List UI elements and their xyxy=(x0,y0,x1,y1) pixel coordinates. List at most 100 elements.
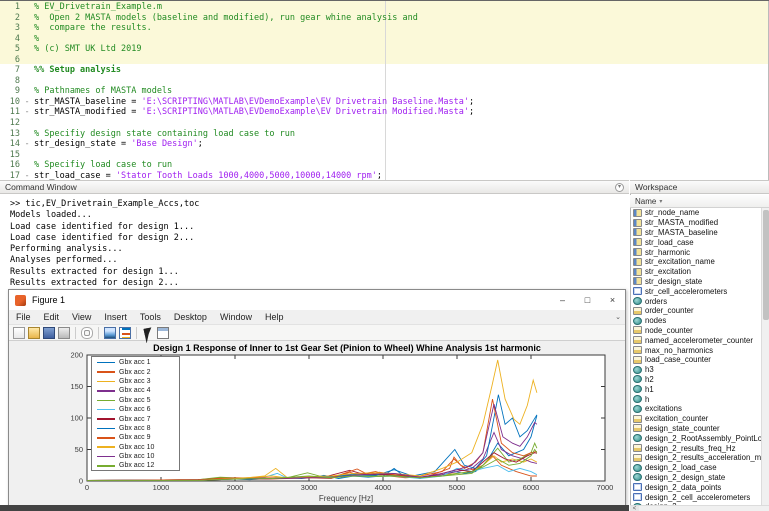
workspace-variable-row[interactable]: str_design_state xyxy=(630,277,761,287)
workspace-variable-row[interactable]: design_2_cell_accelerometers xyxy=(630,492,761,502)
open-file-icon[interactable] xyxy=(28,327,40,339)
legend-entry[interactable]: Gbx acc 4 xyxy=(92,386,179,395)
workspace-horizontal-scrollbar[interactable]: < xyxy=(630,505,769,511)
link-plot-icon[interactable] xyxy=(81,327,93,339)
workspace-variable-row[interactable]: str_load_case xyxy=(630,237,761,247)
editor-pane[interactable]: 1 % EV_Drivetrain_Example.m2 % Open 2 MA… xyxy=(0,1,769,180)
workspace-variable-row[interactable]: h2 xyxy=(630,375,761,385)
command-window-header[interactable]: Command Window ▾ xyxy=(0,180,629,194)
legend-entry[interactable]: Gbx acc 9 xyxy=(92,433,179,442)
workspace-variable-row[interactable]: design_2_results_acceleration_mps2 xyxy=(630,453,761,463)
print-figure-icon[interactable] xyxy=(58,327,70,339)
workspace-variable-row[interactable]: design_2_design_state xyxy=(630,473,761,483)
workspace-variable-row[interactable]: design_2_results_freq_Hz xyxy=(630,443,761,453)
legend-label: Gbx acc 12 xyxy=(119,462,154,469)
workspace-column-header[interactable]: Name ▾ xyxy=(630,195,769,208)
minimize-button[interactable]: – xyxy=(550,290,575,310)
new-figure-icon[interactable] xyxy=(13,327,25,339)
legend-entry[interactable]: Gbx acc 10 xyxy=(92,452,179,461)
menubar-overflow-icon[interactable]: ⌄ xyxy=(615,313,621,321)
menu-tools[interactable]: Tools xyxy=(140,312,161,322)
workspace-variable-row[interactable]: nodes xyxy=(630,316,761,326)
command-output-line: Load case identified for design 2... xyxy=(10,233,629,244)
workspace-variable-row[interactable]: str_cell_accelerometers xyxy=(630,286,761,296)
variable-type-obj-icon xyxy=(633,395,642,403)
workspace-variable-row[interactable]: order_counter xyxy=(630,306,761,316)
legend-entry[interactable]: Gbx acc 2 xyxy=(92,367,179,376)
menu-view[interactable]: View xyxy=(72,312,91,322)
breakpoint-gutter[interactable]: - xyxy=(20,139,34,150)
edit-plot-icon[interactable] xyxy=(142,327,154,339)
workspace-variable-row[interactable]: design_2_data_points xyxy=(630,482,761,492)
workspace-variable-row[interactable]: excitation_counter xyxy=(630,414,761,424)
breakpoint-gutter[interactable] xyxy=(20,160,34,171)
panel-actions-icon[interactable]: ▾ xyxy=(615,183,624,192)
workspace-variable-row[interactable]: h3 xyxy=(630,365,761,375)
breakpoint-gutter[interactable] xyxy=(20,76,34,87)
breakpoint-gutter[interactable] xyxy=(20,2,34,13)
workspace-vertical-scrollbar[interactable] xyxy=(761,208,769,505)
save-figure-icon[interactable] xyxy=(43,327,55,339)
close-button[interactable]: × xyxy=(600,290,625,310)
breakpoint-gutter[interactable] xyxy=(20,13,34,24)
workspace-header[interactable]: Workspace xyxy=(630,180,769,194)
breakpoint-gutter[interactable] xyxy=(20,86,34,97)
menu-desktop[interactable]: Desktop xyxy=(174,312,207,322)
code-token: % Specifiy load case to run xyxy=(34,160,172,170)
breakpoint-gutter[interactable] xyxy=(20,55,34,66)
legend-entry[interactable]: Gbx acc 1 xyxy=(92,358,179,367)
breakpoint-gutter[interactable] xyxy=(20,118,34,129)
insert-colorbar-icon[interactable] xyxy=(104,327,116,339)
workspace-variable-row[interactable]: str_excitation_name xyxy=(630,257,761,267)
menu-file[interactable]: File xyxy=(16,312,31,322)
workspace-variable-row[interactable]: str_MASTA_modified xyxy=(630,218,761,228)
legend-entry[interactable]: Gbx acc 7 xyxy=(92,414,179,423)
legend-entry[interactable]: Gbx acc 5 xyxy=(92,396,179,405)
figure-titlebar[interactable]: Figure 1 –□× xyxy=(9,290,625,310)
menu-help[interactable]: Help xyxy=(265,312,284,322)
insert-legend-icon[interactable] xyxy=(119,327,131,339)
breakpoint-gutter[interactable] xyxy=(20,150,34,161)
scrollbar-thumb[interactable] xyxy=(763,210,769,320)
chart-legend[interactable]: Gbx acc 1Gbx acc 2Gbx acc 3Gbx acc 4Gbx … xyxy=(91,356,180,471)
legend-entry[interactable]: Gbx acc 10 xyxy=(92,443,179,452)
code-line: 7 %% Setup analysis xyxy=(0,65,768,76)
workspace-variable-row[interactable]: str_excitation xyxy=(630,267,761,277)
line-number: 9 xyxy=(0,86,20,97)
workspace-variable-row[interactable]: load_case_counter xyxy=(630,355,761,365)
workspace-variable-row[interactable]: h xyxy=(630,394,761,404)
workspace-variable-row[interactable]: h1 xyxy=(630,384,761,394)
menu-edit[interactable]: Edit xyxy=(44,312,60,322)
variable-type-obj-icon xyxy=(633,464,642,472)
legend-entry[interactable]: Gbx acc 12 xyxy=(92,461,179,470)
property-inspector-icon[interactable] xyxy=(157,327,169,339)
workspace-variable-row[interactable]: design_2_RootAssembly_PointLoads xyxy=(630,433,761,443)
breakpoint-gutter[interactable] xyxy=(20,129,34,140)
menu-window[interactable]: Window xyxy=(220,312,252,322)
workspace-variable-row[interactable]: node_counter xyxy=(630,326,761,336)
workspace-variable-row[interactable]: str_MASTA_baseline xyxy=(630,228,761,238)
workspace-variable-row[interactable]: str_node_name xyxy=(630,208,761,218)
workspace-variable-row[interactable]: design_state_counter xyxy=(630,424,761,434)
menu-insert[interactable]: Insert xyxy=(104,312,127,322)
breakpoint-gutter[interactable] xyxy=(20,44,34,55)
breakpoint-gutter[interactable] xyxy=(20,34,34,45)
legend-entry[interactable]: Gbx acc 3 xyxy=(92,377,179,386)
workspace-variable-row[interactable]: excitations xyxy=(630,404,761,414)
maximize-button[interactable]: □ xyxy=(575,290,600,310)
workspace-variable-row[interactable]: orders xyxy=(630,296,761,306)
breakpoint-gutter[interactable] xyxy=(20,23,34,34)
legend-entry[interactable]: Gbx acc 8 xyxy=(92,424,179,433)
workspace-variable-row[interactable]: str_harmonic xyxy=(630,247,761,257)
breakpoint-gutter[interactable]: - xyxy=(20,97,34,108)
workspace-variable-row[interactable]: design_2_load_case xyxy=(630,463,761,473)
variable-name: str_excitation_name xyxy=(645,257,715,266)
workspace-variable-row[interactable]: max_no_harmonics xyxy=(630,345,761,355)
legend-entry[interactable]: Gbx acc 6 xyxy=(92,405,179,414)
window-controls: –□× xyxy=(550,290,625,310)
breakpoint-gutter[interactable]: - xyxy=(20,107,34,118)
scroll-left-icon[interactable]: < xyxy=(630,506,639,511)
breakpoint-gutter[interactable]: - xyxy=(20,171,34,180)
breakpoint-gutter[interactable] xyxy=(20,65,34,76)
workspace-variable-row[interactable]: named_accelerometer_counter xyxy=(630,335,761,345)
